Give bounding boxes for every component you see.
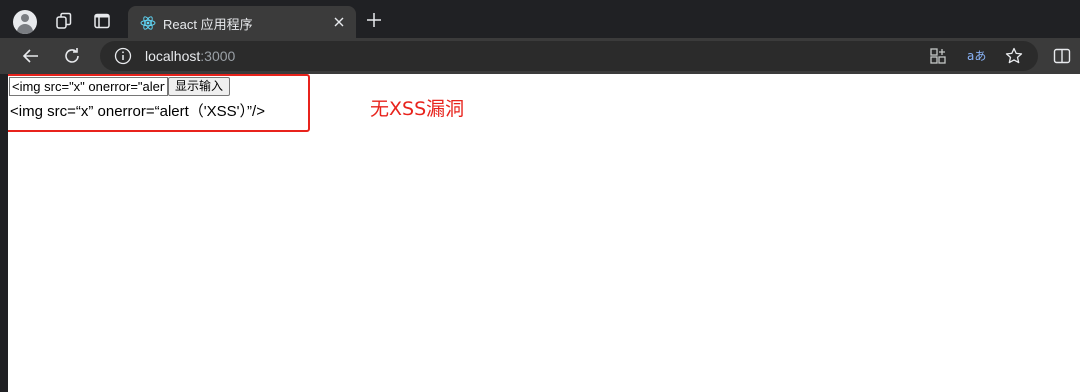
url-host: localhost bbox=[145, 48, 201, 64]
app-grid-icon[interactable] bbox=[928, 46, 948, 66]
react-favicon bbox=[140, 16, 156, 30]
tab-actions-icon[interactable] bbox=[92, 11, 112, 31]
refresh-icon[interactable] bbox=[62, 46, 82, 66]
show-input-button[interactable]: 显示输入 bbox=[168, 77, 231, 96]
new-tab-icon[interactable] bbox=[366, 12, 382, 28]
close-icon[interactable] bbox=[332, 15, 346, 29]
workspaces-icon[interactable] bbox=[54, 11, 74, 31]
browser-toolbar: localhost:3000 aあ bbox=[0, 38, 1080, 74]
back-icon[interactable] bbox=[21, 46, 41, 66]
profile-avatar[interactable] bbox=[13, 10, 37, 34]
tab-title: React 应用程序 bbox=[163, 17, 253, 32]
favorite-star-icon[interactable] bbox=[1004, 46, 1024, 66]
url-port: :3000 bbox=[200, 48, 236, 64]
address-bar[interactable]: localhost:3000 aあ bbox=[100, 41, 1038, 71]
active-tab[interactable]: React 应用程序 bbox=[128, 6, 356, 38]
rendered-output: <img src=“x” onerror=“alert（'XSS'）”/> bbox=[10, 103, 265, 120]
xss-input[interactable] bbox=[9, 77, 168, 96]
window-left-edge bbox=[0, 74, 8, 392]
read-aloud-icon[interactable]: aあ bbox=[966, 46, 986, 66]
info-icon[interactable] bbox=[114, 47, 132, 65]
split-screen-icon[interactable] bbox=[1052, 46, 1072, 66]
svg-text:aあ: aあ bbox=[967, 49, 986, 63]
tab-strip: React 应用程序 bbox=[0, 0, 1080, 38]
url-text: localhost:3000 bbox=[145, 48, 235, 64]
page-content: 显示输入 <img src=“x” onerror=“alert（'XSS'）”… bbox=[0, 74, 1080, 392]
annotation-label: 无XSS漏洞 bbox=[370, 98, 465, 120]
